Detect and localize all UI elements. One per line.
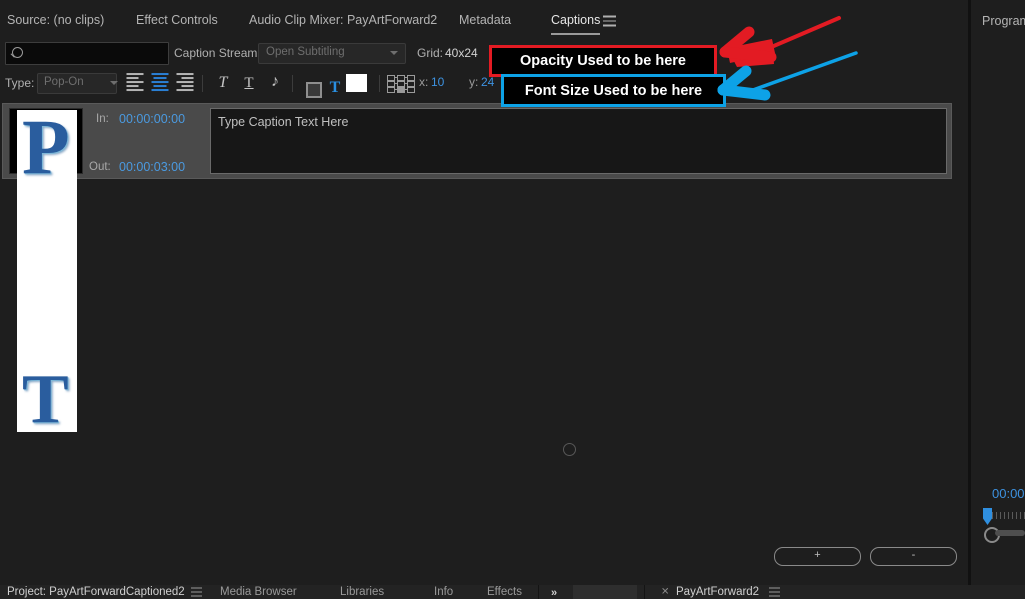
music-note-icon: ♪ bbox=[271, 73, 279, 90]
active-tab-underline bbox=[551, 33, 601, 35]
x-position-value[interactable]: 10 bbox=[431, 75, 444, 89]
tab-project[interactable]: Project: PayArtForwardCaptioned2 bbox=[7, 586, 185, 598]
italic-icon: T bbox=[218, 74, 228, 91]
chevron-down-icon bbox=[390, 51, 398, 56]
caption-stream-label: Caption Stream: bbox=[174, 46, 261, 60]
remove-caption-button[interactable]: - bbox=[870, 547, 957, 566]
in-point-value[interactable]: 00:00:00:00 bbox=[119, 112, 185, 126]
tab-captions[interactable]: Captions bbox=[551, 13, 601, 35]
align-center-button[interactable] bbox=[149, 73, 171, 93]
out-point-value[interactable]: 00:00:03:00 bbox=[119, 160, 185, 174]
y-position-label: y: bbox=[469, 75, 479, 89]
annotation-font-size: Font Size Used to be here bbox=[501, 74, 726, 107]
loading-spinner-icon bbox=[563, 443, 576, 456]
tab-metadata[interactable]: Metadata bbox=[459, 13, 511, 27]
caption-stream-select[interactable]: Open Subtitling bbox=[258, 43, 406, 64]
tab-info[interactable]: Info bbox=[434, 586, 453, 598]
panel-divider bbox=[968, 0, 971, 585]
panel-tab-strip: Source: (no clips) Effect Controls Audio… bbox=[0, 0, 968, 40]
captions-toolbar: Type: Pop-On T T ♪ T x: 10 y: 24 bbox=[0, 68, 968, 98]
caption-type-value: Pop-On bbox=[44, 76, 84, 88]
x-position-label: x: bbox=[419, 75, 429, 89]
program-preview-image: P T bbox=[17, 110, 77, 432]
overflow-tabs-icon[interactable]: » bbox=[551, 587, 557, 599]
grid-label: Grid: bbox=[417, 46, 444, 60]
search-input[interactable] bbox=[5, 42, 169, 65]
out-point-label: Out: bbox=[89, 161, 111, 173]
toolbar-divider bbox=[202, 75, 203, 92]
preview-letter-top: P bbox=[22, 110, 70, 190]
tab-source[interactable]: Source: (no clips) bbox=[7, 13, 104, 27]
captions-list-area bbox=[0, 180, 968, 584]
underline-button[interactable]: T bbox=[238, 73, 260, 93]
captions-filter-row: Caption Stream: Open Subtitling Grid: 40… bbox=[0, 40, 968, 68]
panel-menu-icon[interactable] bbox=[603, 15, 616, 27]
preview-letter-bottom: T bbox=[22, 361, 69, 432]
zoom-scrollbar-track[interactable] bbox=[995, 530, 1025, 536]
toolbar-divider bbox=[379, 75, 380, 92]
premiere-pro-window: Source: (no clips) Effect Controls Audio… bbox=[0, 0, 1025, 599]
tab-sequence[interactable]: PayArtForward2 bbox=[676, 586, 759, 598]
music-note-button[interactable]: ♪ bbox=[264, 73, 286, 93]
caption-clip-row[interactable]: –– –– – – – –– In: 00:00:00:00 Out: 00:0… bbox=[2, 103, 952, 179]
annotation-opacity: Opacity Used to be here bbox=[489, 45, 717, 77]
italic-button[interactable]: T bbox=[212, 73, 234, 93]
toolbar-divider bbox=[292, 75, 293, 92]
sequence-panel-menu-icon[interactable] bbox=[769, 587, 780, 597]
empty-tab-slot bbox=[573, 585, 637, 599]
bottom-panel-tab-strip: Project: PayArtForwardCaptioned2 Media B… bbox=[0, 585, 1025, 599]
caption-stream-value: Open Subtitling bbox=[266, 46, 345, 58]
y-position-value[interactable]: 24 bbox=[481, 75, 494, 89]
tab-program[interactable]: Program bbox=[982, 14, 1025, 28]
underline-icon: T bbox=[244, 75, 254, 91]
caption-text-value: Type Caption Text Here bbox=[218, 115, 349, 129]
text-color-button[interactable]: T bbox=[324, 73, 346, 96]
captions-panel: Source: (no clips) Effect Controls Audio… bbox=[0, 0, 968, 585]
add-caption-button[interactable]: + bbox=[774, 547, 861, 566]
background-swatch-icon bbox=[306, 82, 322, 98]
project-panel-menu-icon[interactable] bbox=[191, 587, 202, 597]
type-label: Type: bbox=[5, 76, 35, 90]
background-color-button[interactable] bbox=[302, 73, 324, 98]
tab-effect-controls[interactable]: Effect Controls bbox=[136, 13, 218, 27]
caption-position-grid-icon[interactable] bbox=[387, 75, 415, 93]
grid-value: 40x24 bbox=[445, 46, 478, 60]
align-left-button[interactable] bbox=[124, 73, 146, 93]
caption-text-input[interactable]: Type Caption Text Here bbox=[210, 108, 947, 174]
tab-divider bbox=[644, 585, 645, 599]
close-icon[interactable]: ✕ bbox=[661, 587, 669, 598]
tab-effects[interactable]: Effects bbox=[487, 586, 522, 598]
text-color-icon: T bbox=[329, 79, 341, 96]
tab-audio-clip-mixer[interactable]: Audio Clip Mixer: PayArtForward2 bbox=[249, 13, 437, 27]
in-point-label: In: bbox=[96, 113, 109, 125]
caption-type-select[interactable]: Pop-On bbox=[37, 73, 118, 94]
program-timecode[interactable]: 00:00 bbox=[992, 486, 1025, 501]
tab-media-browser[interactable]: Media Browser bbox=[220, 586, 297, 598]
program-time-ruler[interactable] bbox=[988, 512, 1025, 521]
align-center-icon bbox=[151, 73, 169, 93]
color-swatch-white[interactable] bbox=[346, 74, 367, 92]
align-right-icon bbox=[176, 73, 194, 93]
align-right-button[interactable] bbox=[174, 73, 196, 93]
search-icon bbox=[12, 47, 23, 58]
tab-captions-label: Captions bbox=[551, 13, 601, 27]
align-left-icon bbox=[126, 73, 144, 93]
tab-libraries[interactable]: Libraries bbox=[340, 586, 384, 598]
tab-divider bbox=[538, 585, 539, 599]
